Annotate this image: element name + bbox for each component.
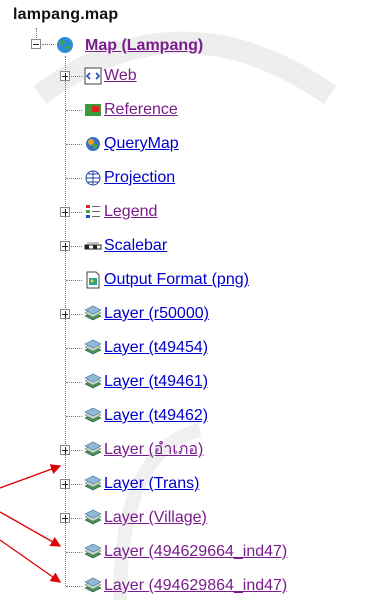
arrow-3 <box>0 539 62 583</box>
arrow-2 <box>0 511 62 547</box>
annotation-arrows <box>0 464 62 583</box>
arrow-1 <box>0 464 62 489</box>
